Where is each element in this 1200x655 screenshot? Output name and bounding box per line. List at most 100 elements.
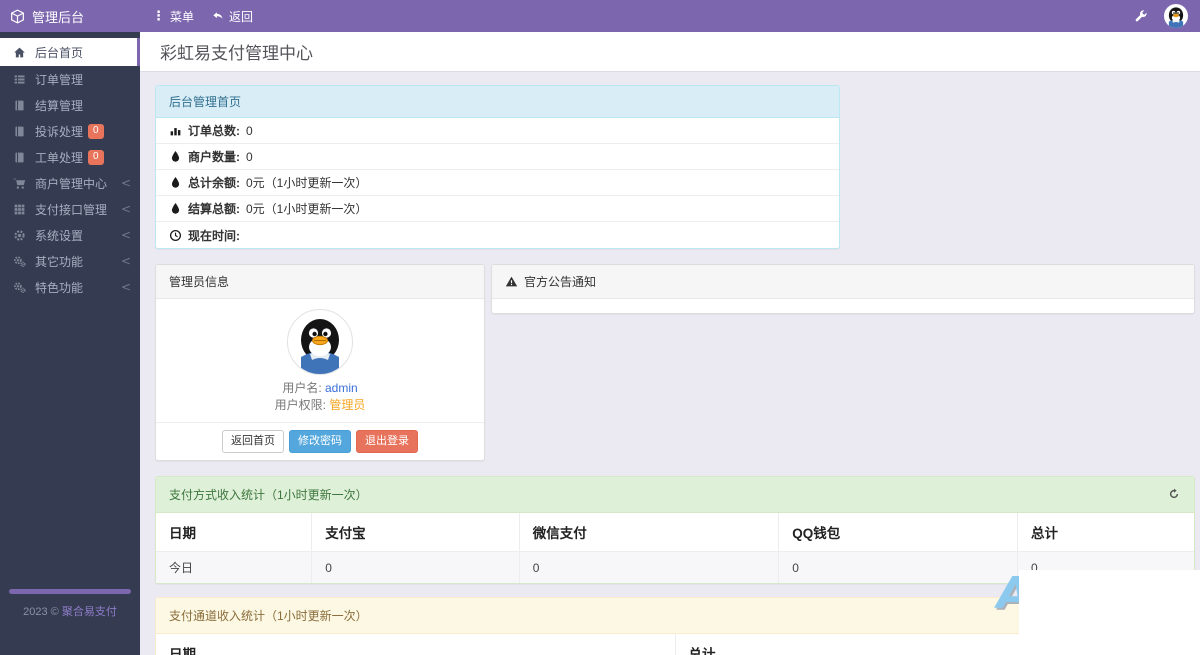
topbar: 管理后台 ⋮ 菜单 返回 [0, 0, 1200, 32]
white-overlay-box [1019, 570, 1200, 655]
stat-value: 0元（1小时更新一次） [246, 202, 368, 216]
dashboard-panel-heading: 后台管理首页 [156, 86, 839, 118]
stat-value: 0 [246, 149, 253, 164]
back-button-label: 返回 [229, 9, 254, 24]
content: 后台管理首页 订单总数: 0 商户数量: 0 总计余额: 0元（1小时更新一次）… [140, 72, 1200, 655]
chevron-left-icon: < [120, 280, 131, 294]
footer-year: 2023 © [23, 606, 59, 618]
admin-panel-body: 用户名: admin 用户权限: 管理员 [156, 299, 484, 422]
sidebar-item-label: 支付接口管理 [35, 202, 108, 217]
menu-toggle-button[interactable]: ⋮ 菜单 [152, 8, 194, 25]
sidebar-item-label: 投诉处理 [35, 124, 84, 139]
cogs-icon [13, 255, 27, 268]
stat-value: 0 [246, 123, 253, 138]
table-header-row: 日期 支付宝 微信支付 QQ钱包 总计 [156, 513, 1194, 553]
dashboard-panel: 后台管理首页 订单总数: 0 商户数量: 0 总计余额: 0元（1小时更新一次）… [155, 85, 840, 249]
sidebar: 后台首页 订单管理 结算管理 投诉处理 0 工单处理 0 商户管理中心 < 支付… [0, 32, 140, 655]
footer-brand-link[interactable]: 聚合易支付 [62, 606, 117, 618]
stat-total-balance: 总计余额: 0元（1小时更新一次） [156, 170, 839, 196]
home-icon [13, 46, 27, 59]
cogs-icon [13, 281, 27, 294]
column-header: 日期 [156, 513, 313, 553]
sidebar-item-settlement[interactable]: 结算管理 [0, 92, 140, 118]
stat-label: 现在时间: [188, 228, 240, 243]
ellipsis-v-icon: ⋮ [152, 8, 165, 24]
column-header: 日期 [156, 634, 676, 655]
stat-label: 商户数量: [188, 150, 240, 164]
wrench-icon [1134, 9, 1148, 23]
sidebar-item-label: 商户管理中心 [35, 176, 108, 191]
chevron-left-icon: < [120, 254, 131, 268]
stat-merchant-count: 商户数量: 0 [156, 144, 839, 170]
sidebar-item-payment-api[interactable]: 支付接口管理 < [0, 196, 140, 222]
sidebar-menu: 后台首页 订单管理 结算管理 投诉处理 0 工单处理 0 商户管理中心 < 支付… [0, 38, 140, 300]
notice-panel: 官方公告通知 [491, 264, 1195, 314]
sidebar-item-label: 后台首页 [35, 45, 84, 60]
sidebar-item-merchant-center[interactable]: 商户管理中心 < [0, 170, 140, 196]
user-avatar[interactable] [1164, 4, 1188, 28]
dashboard-panel-title: 后台管理首页 [169, 95, 242, 109]
grid-icon [13, 203, 27, 216]
sidebar-item-label: 结算管理 [35, 98, 84, 113]
refresh-button[interactable] [1168, 488, 1181, 501]
table-cell: 今日 [156, 551, 313, 584]
refresh-icon [1168, 488, 1180, 500]
admin-role-line: 用户权限: 管理员 [166, 397, 474, 414]
sidebar-item-label: 订单管理 [35, 72, 84, 87]
page-header: 彩虹易支付管理中心 [140, 32, 1200, 72]
admin-avatar [287, 309, 353, 375]
column-header: 总计 [1017, 513, 1194, 553]
book-icon [13, 125, 27, 138]
stat-label: 总计余额: [188, 176, 240, 190]
sidebar-item-label: 工单处理 [35, 150, 84, 165]
sidebar-item-other-functions[interactable]: 其它功能 < [0, 248, 140, 274]
sidebar-item-complaints[interactable]: 投诉处理 0 [0, 118, 140, 144]
role-value: 管理员 [329, 398, 366, 412]
settings-wrench-button[interactable] [1134, 9, 1148, 23]
sidebar-item-label: 特色功能 [35, 280, 84, 295]
sidebar-item-home[interactable]: 后台首页 [0, 38, 140, 66]
sidebar-item-special-functions[interactable]: 特色功能 < [0, 274, 140, 300]
cart-icon [13, 177, 27, 190]
admin-panel-footer: 返回首页 修改密码 退出登录 [156, 422, 484, 460]
sidebar-item-system-settings[interactable]: 系统设置 < [0, 222, 140, 248]
table-cell: 0 [778, 551, 1019, 584]
sidebar-divider [9, 589, 131, 594]
book-icon [13, 151, 27, 164]
pay-method-panel-title: 支付方式收入统计（1小时更新一次） [169, 488, 368, 503]
page-title: 彩虹易支付管理中心 [160, 44, 313, 63]
stat-value: 0元（1小时更新一次） [246, 176, 368, 190]
chevron-left-icon: < [120, 176, 131, 190]
sidebar-footer-text: 2023 © 聚合易支付 [0, 603, 140, 619]
pay-channel-panel-title: 支付通道收入统计（1小时更新一次） [169, 609, 368, 624]
sidebar-item-tickets[interactable]: 工单处理 0 [0, 144, 140, 170]
username-link[interactable]: admin [325, 381, 358, 395]
chevron-left-icon: < [120, 202, 131, 216]
change-password-button[interactable]: 修改密码 [289, 430, 351, 454]
app-brand: 管理后台 [0, 7, 140, 26]
cube-logo-icon [10, 9, 25, 24]
table-cell: 0 [311, 551, 520, 584]
role-label: 用户权限: [274, 398, 326, 412]
admin-username-line: 用户名: admin [166, 380, 474, 397]
droplet-icon [169, 150, 182, 163]
home-button[interactable]: 返回首页 [222, 430, 284, 454]
main-area: 彩虹易支付管理中心 后台管理首页 订单总数: 0 商户数量: 0 总计余额: 0… [140, 32, 1200, 655]
logout-button[interactable]: 退出登录 [356, 430, 418, 454]
gear-icon [13, 229, 27, 242]
back-button[interactable]: 返回 [212, 8, 253, 25]
notice-panel-title: 官方公告通知 [524, 275, 597, 289]
admin-panel-title: 管理员信息 [169, 275, 230, 289]
complaints-count-badge: 0 [88, 123, 104, 139]
sidebar-item-label: 其它功能 [35, 254, 84, 269]
column-header: QQ钱包 [778, 513, 1019, 553]
droplet-icon [169, 176, 182, 189]
sidebar-item-orders[interactable]: 订单管理 [0, 66, 140, 92]
stat-current-time: 现在时间: [156, 222, 839, 248]
sidebar-item-label: 系统设置 [35, 228, 84, 243]
qq-penguin-avatar-icon [1164, 4, 1188, 28]
stat-label: 订单总数: [188, 124, 240, 138]
pay-method-stats-panel: 支付方式收入统计（1小时更新一次） 日期 支付宝 微信支付 QQ钱包 总计 今日… [155, 476, 1195, 585]
username-label: 用户名: [282, 381, 322, 395]
column-header: 微信支付 [519, 513, 780, 553]
